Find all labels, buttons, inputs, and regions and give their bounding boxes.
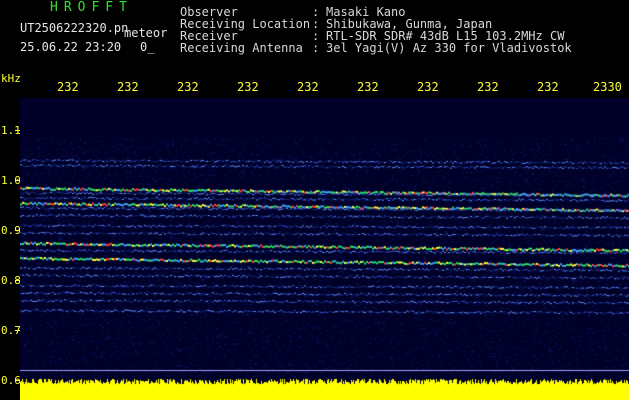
time-tick-label: 232 xyxy=(417,80,439,94)
file-name: UT2506222320.pn xyxy=(20,21,129,35)
time-tick-label: 232 xyxy=(117,80,139,94)
info-label-antenna: Receiving Antenna xyxy=(180,41,303,55)
date-time: 25.06.22 23:20 xyxy=(20,40,122,54)
y-tick-label: 1.0 xyxy=(1,174,21,187)
y-axis-unit: kHz xyxy=(1,72,21,85)
info-value-antenna: 3el Yagi(V) Az 330 for Vladivostok xyxy=(326,41,572,55)
brand-title: HROFFT xyxy=(50,0,133,15)
y-tick-label: 0.7 xyxy=(1,324,21,337)
time-tick-label: 232 xyxy=(537,80,559,94)
time-tick-label: 232 xyxy=(477,80,499,94)
time-tick-label: 232 xyxy=(237,80,259,94)
time-tick-label: 232 xyxy=(57,80,79,94)
time-tick-label: 232 xyxy=(177,80,199,94)
y-tick-label: 0.8 xyxy=(1,274,21,287)
spectrogram-canvas xyxy=(20,98,629,400)
time-tick-label: 232 xyxy=(357,80,379,94)
spectrogram xyxy=(20,98,629,400)
counter: 0_ xyxy=(140,40,155,54)
y-tick-label: 0.9 xyxy=(1,224,21,237)
time-tick-label: 2330 xyxy=(593,80,622,94)
y-tick-label: 0.6 xyxy=(1,374,21,387)
meteor-label: meteor xyxy=(124,26,168,40)
info-sep-antenna: : xyxy=(312,41,320,55)
y-tick-label: 1.1 xyxy=(1,124,21,137)
time-tick-label: 232 xyxy=(297,80,319,94)
